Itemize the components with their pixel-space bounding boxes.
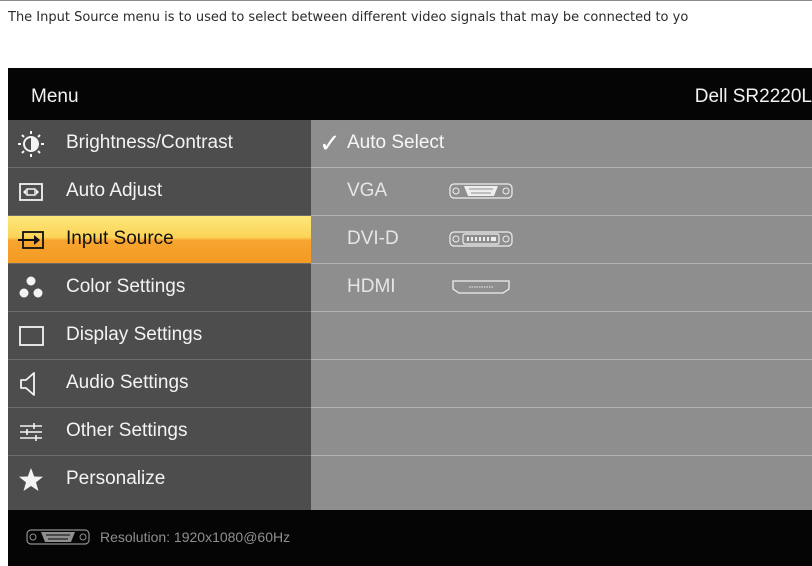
input-source-submenu: ✓ Auto Select VGA DVI-D HDMI [311,120,812,510]
star-icon [17,466,45,494]
menu-item-label: Input Source [66,228,174,249]
osd-window: Menu Dell SR2220L Brightness/Contrast Au… [8,68,812,566]
menu-item-label: Brightness/Contrast [66,132,233,153]
hdmi-connector-icon [449,279,513,301]
menu-item-label: Personalize [66,468,166,489]
dvi-connector-icon [449,231,513,253]
menu-item-label: Auto Adjust [66,180,163,201]
option-label: HDMI [347,276,396,297]
option-label: Auto Select [347,132,445,153]
menu-item-label: Audio Settings [66,372,189,393]
intro-text: The Input Source menu is to used to sele… [0,0,812,28]
menu-item-auto-adjust[interactable]: Auto Adjust [8,168,311,216]
check-icon: ✓ [319,128,341,158]
option-dvi-d[interactable]: DVI-D [311,216,812,264]
input-source-icon [17,226,45,254]
menu-item-label: Color Settings [66,276,186,297]
display-settings-icon [17,322,45,350]
vga-connector-icon [449,183,513,205]
menu-item-audio-settings[interactable]: Audio Settings [8,360,311,408]
option-vga[interactable]: VGA [311,168,812,216]
osd-footer: Resolution: 1920x1080@60Hz [8,510,812,566]
option-auto-select[interactable]: ✓ Auto Select [311,120,812,168]
resolution-readout: Resolution: 1920x1080@60Hz [100,529,291,545]
menu-item-other-settings[interactable]: Other Settings [8,408,311,456]
empty-row [311,408,812,456]
menu-item-color-settings[interactable]: Color Settings [8,264,311,312]
empty-row [311,312,812,360]
empty-row [311,360,812,408]
menu-item-input-source[interactable]: Input Source [8,216,311,264]
model-name: Dell SR2220L [694,86,812,107]
main-menu: Brightness/Contrast Auto Adjust Input So… [8,120,311,510]
option-hdmi[interactable]: HDMI [311,264,812,312]
brightness-icon [17,130,45,158]
menu-item-personalize[interactable]: Personalize [8,456,311,504]
sliders-icon [17,418,45,446]
empty-row [311,456,812,504]
auto-adjust-icon [17,178,45,206]
color-settings-icon [17,274,45,302]
vga-connector-icon [26,529,90,549]
menu-item-label: Other Settings [66,420,188,441]
osd-header: Menu Dell SR2220L [8,68,812,120]
menu-item-display-settings[interactable]: Display Settings [8,312,311,360]
speaker-icon [17,370,45,398]
menu-title: Menu [31,86,79,107]
menu-item-brightness-contrast[interactable]: Brightness/Contrast [8,120,311,168]
option-label: VGA [347,180,388,201]
option-label: DVI-D [347,228,399,249]
menu-item-label: Display Settings [66,324,203,345]
